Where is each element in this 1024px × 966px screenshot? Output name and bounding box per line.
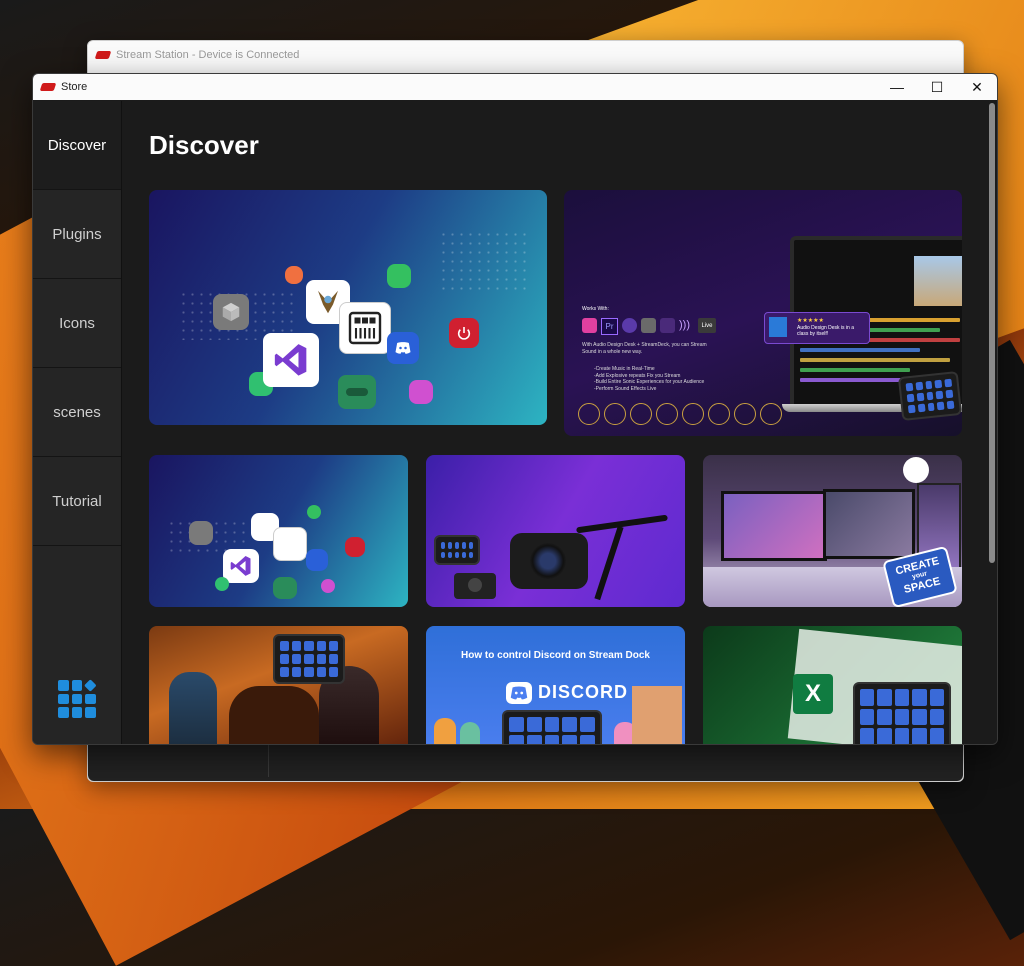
back-window-titlebar[interactable]: Stream Station - Device is Connected — ☐… [88, 41, 963, 420]
store-window-titlebar[interactable]: Store — ☐ ✕ [33, 74, 997, 100]
box-icon [213, 294, 249, 330]
maximize-button[interactable]: ☐ [917, 74, 957, 100]
stream-dock-device [273, 634, 345, 684]
featured-card-audio-design-desk[interactable]: Works With: Pr ))) Live With Audio Desig… [564, 190, 962, 436]
audio-wave-icon: ))) [679, 319, 690, 331]
review-text: Audio Design Desk is in a class by itsel… [797, 325, 854, 337]
award-badges [578, 403, 782, 425]
card-discord-tutorial[interactable]: How to control Discord on Stream Dock DI… [426, 626, 685, 744]
monitor [823, 489, 915, 559]
discord-icon [387, 332, 419, 364]
visual-studio-icon [223, 549, 259, 583]
power-icon [345, 537, 365, 557]
review-stars: ★★★★★ [797, 318, 824, 324]
app-icons-row: Pr ))) Live [582, 318, 716, 335]
sidebar-item-tutorial[interactable]: Tutorial [33, 457, 121, 546]
review-box: ★★★★★ Audio Design Desk is in a class by… [764, 312, 870, 344]
main-content: Discover Works With: Pr))) Live With Au… [122, 101, 997, 744]
excel-icon: X [793, 674, 833, 714]
monitor [721, 491, 827, 561]
sidebar-item-label: Discover [47, 136, 107, 154]
mixer-icon [273, 527, 307, 561]
audio-interface [454, 573, 496, 599]
final-cut-icon [582, 318, 597, 333]
obs-icon [641, 318, 656, 333]
badge-icon [769, 317, 787, 337]
card-excel[interactable]: X [703, 626, 962, 744]
sidebar: Discover Plugins Icons scenes Tutorial [33, 101, 122, 744]
visual-studio-icon [263, 333, 319, 387]
hero-character [169, 672, 217, 744]
card-heading: How to control Discord on Stream Dock [461, 650, 650, 661]
decorative-square [307, 505, 321, 519]
illustration-character [434, 718, 456, 744]
card-streaming-gear[interactable] [426, 455, 685, 607]
sidebar-item-label: Icons [59, 314, 95, 332]
sidebar-item-label: scenes [53, 403, 101, 421]
discord-wordmark: DISCORD [538, 682, 629, 702]
decorative-square [285, 266, 303, 284]
sidebar-item-label: Plugins [52, 225, 102, 243]
card-plugins-small[interactable] [149, 455, 408, 607]
illustration-building [632, 686, 682, 744]
audio-bullets: -Create Music in Real-Time -Add Explosiv… [594, 366, 705, 392]
premiere-pro-icon: Pr [601, 318, 618, 335]
stream-dock-device [502, 710, 602, 744]
audio-body-text: With Audio Design Desk + StreamDeck, you… [582, 342, 707, 355]
stream-dock-device [434, 535, 480, 565]
app-logo-icon [41, 82, 55, 92]
card-game[interactable] [149, 626, 408, 744]
close-button[interactable]: ✕ [957, 74, 997, 100]
decorative-square [409, 380, 433, 404]
store-window[interactable]: Store — ☐ ✕ Discover Plugins Icons scene… [32, 73, 998, 745]
sidebar-item-icons[interactable]: Icons [33, 279, 121, 368]
power-icon [449, 318, 479, 348]
sidebar-item-scenes[interactable]: scenes [33, 368, 121, 457]
video-preview [914, 256, 962, 306]
logic-icon [622, 318, 637, 333]
decorative-square [387, 264, 411, 288]
decorative-dots [439, 230, 529, 290]
works-with-label: Works With: [582, 306, 609, 312]
toggle-plugin-icon [338, 375, 376, 409]
discord-icon [306, 549, 328, 571]
app-logo-icon [96, 50, 110, 60]
sidebar-item-label: Tutorial [52, 492, 102, 510]
scrollbar[interactable] [989, 103, 995, 563]
waveform-icon [660, 318, 675, 333]
divider [268, 741, 269, 777]
minimize-button[interactable]: — [877, 74, 917, 100]
mixer-icon [339, 302, 391, 354]
featured-card-plugins[interactable] [149, 190, 547, 425]
illustration-character [460, 722, 480, 744]
box-icon [189, 521, 213, 545]
sidebar-item-discover[interactable]: Discover [33, 101, 121, 190]
toggle-plugin-icon [273, 577, 297, 599]
ring-light [903, 457, 929, 483]
card-desk-setup[interactable]: CREATE your SPACE [703, 455, 962, 607]
grid-icon[interactable] [58, 679, 97, 718]
webcam [510, 533, 588, 589]
decorative-square [321, 579, 335, 593]
back-window-title: Stream Station - Device is Connected [116, 48, 300, 61]
sidebar-item-plugins[interactable]: Plugins [33, 190, 121, 279]
store-window-title: Store [61, 81, 88, 93]
ableton-live-icon: Live [698, 318, 716, 333]
stream-dock-device [897, 370, 962, 422]
boom-arm [594, 525, 624, 601]
decorative-square [215, 577, 229, 591]
monster-character [229, 686, 319, 744]
page-title: Discover [149, 130, 259, 160]
discord-logo-icon [506, 682, 532, 704]
stream-dock-device [853, 682, 951, 744]
